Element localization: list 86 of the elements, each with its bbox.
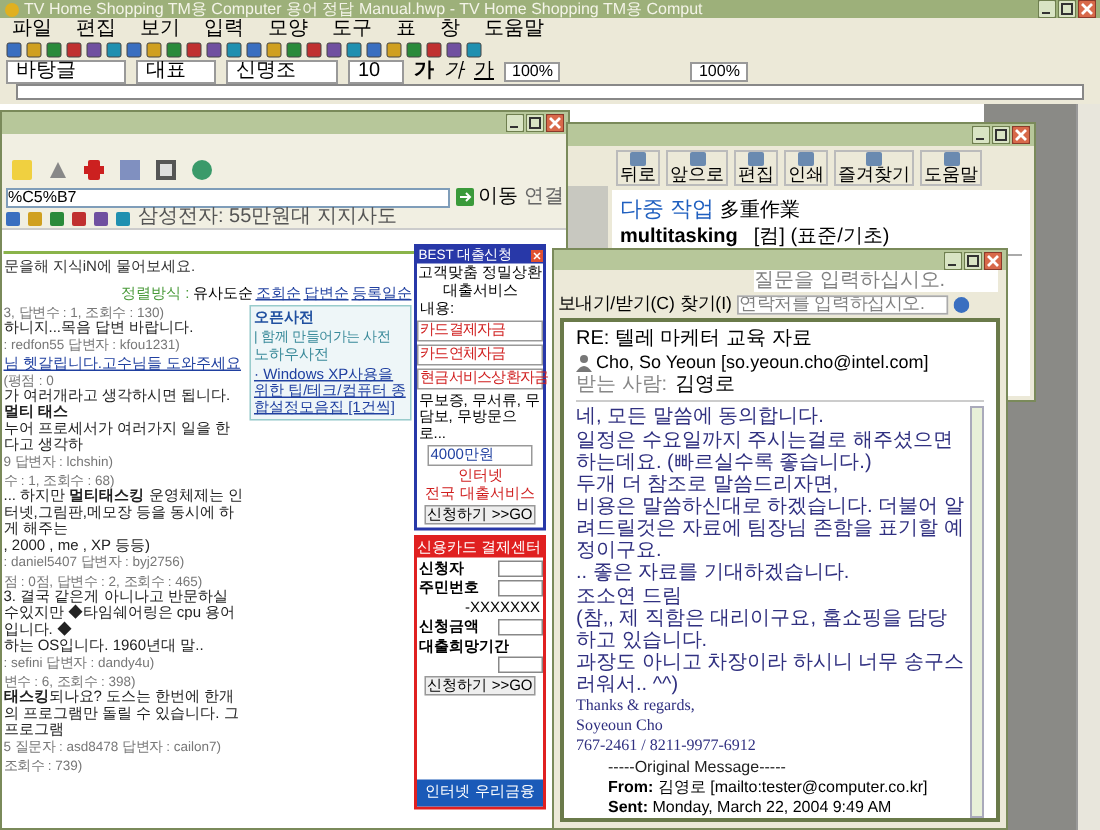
zoom-dropdown[interactable]: 100% <box>690 61 748 81</box>
format-button[interactable]: 가 <box>474 61 494 81</box>
toolbar-icon <box>943 152 959 166</box>
message-subject: RE: 텔레 마케터 교육 자료 <box>576 328 814 352</box>
recipient: 김영로 <box>675 374 736 396</box>
window-title: TV Home Shopping TM용 Computer 용어 정답 Manual.hwp - TV Home Shopping TM용 Comput <box>24 1 703 17</box>
toolbar-icon <box>689 152 705 166</box>
message-text: 과장도 아니고 차장이라 하시니 너무 송구스러워서.. ^^) <box>576 651 966 695</box>
menu-item[interactable]: 보기 <box>140 19 180 39</box>
message-text: 두개 더 참조로 말씀드리자면, <box>576 473 839 496</box>
headword: 다중 작업 <box>620 198 715 222</box>
font-size-dropdown[interactable]: 10 <box>348 59 404 83</box>
minimize-button[interactable] <box>1038 0 1056 18</box>
minimize-button[interactable] <box>972 126 990 144</box>
send-receive-button[interactable]: 보내기/받기(C) <box>557 296 675 314</box>
menu-item[interactable]: 창 <box>440 19 460 39</box>
menu-item[interactable]: 파일 <box>12 19 52 39</box>
hanja-text: 多重作業 <box>720 200 801 224</box>
arrow-icon[interactable] <box>456 188 474 206</box>
links-label[interactable]: 연결 <box>524 187 568 207</box>
toolbar-icon[interactable] <box>118 157 142 181</box>
close-button[interactable] <box>1078 0 1096 18</box>
message-text: .. 좋은 자료를 기대하겠습니다. <box>576 561 852 584</box>
toolbar-icon <box>798 152 814 166</box>
sender: Cho, So Yeoun [so.yeoun.cho@intel.com] <box>596 352 929 374</box>
toolbar-button[interactable]: 뒤로 <box>616 150 660 186</box>
toolbar-icon <box>866 152 882 166</box>
help-icon[interactable] <box>953 297 970 313</box>
scrollbar[interactable] <box>970 406 984 818</box>
maximize-button[interactable] <box>992 126 1010 144</box>
toolbar-icon <box>748 152 764 166</box>
menu-item[interactable]: 모양 <box>268 19 308 39</box>
original-message-header: -----Original Message----- <box>608 758 788 778</box>
english-term: multitasking <box>620 226 738 248</box>
signature-text: Soyeoun Cho <box>576 716 665 737</box>
input-field[interactable] <box>498 619 543 636</box>
go-button[interactable]: 이동 <box>456 187 518 207</box>
toolbar-button[interactable]: 편집 <box>734 150 778 186</box>
person-icon[interactable] <box>576 354 592 372</box>
maximize-button[interactable] <box>964 251 982 269</box>
style-dropdown[interactable]: 대표 <box>136 59 216 83</box>
minimize-button[interactable] <box>944 251 962 269</box>
font-dropdown[interactable]: 신명조 <box>226 59 338 83</box>
scrollbar[interactable] <box>1076 104 1100 830</box>
question-field[interactable]: 질문을 입력하십시오. <box>754 270 998 292</box>
message-text: 조소연 드림 <box>576 585 684 607</box>
toolbar-button[interactable]: 앞으로 <box>666 150 728 186</box>
find-button[interactable]: 찾기(I) <box>680 296 732 314</box>
recipient-label: 받는 사람: <box>576 374 668 396</box>
term-tags: [컴] (표준/기초) <box>753 226 890 248</box>
menu-item[interactable]: 도구 <box>332 19 372 39</box>
message-text: (참,, 제 직함은 대리이구요, 홈쇼핑을 담당하고 있습니다. <box>576 607 950 651</box>
toolbar-icon[interactable] <box>154 157 178 181</box>
toolbar-button[interactable]: 도움말 <box>920 150 982 186</box>
maximize-button[interactable] <box>1058 0 1076 18</box>
format-button[interactable]: 가 <box>414 61 434 81</box>
toolbar-icon[interactable] <box>82 157 106 181</box>
zoom-dropdown[interactable]: 100% <box>504 61 561 81</box>
menu-item[interactable]: 도움말 <box>484 19 544 39</box>
input-field[interactable] <box>498 580 543 597</box>
menu-item[interactable]: 표 <box>396 19 416 39</box>
message-text: 일정은 수요일까지 주시는걸로 해주셨으면 하는데요. (빠르실수록 좋습니다.) <box>576 429 955 474</box>
style-dropdown[interactable]: 바탕글 <box>6 59 126 83</box>
message-text: 비용은 말씀하신대로 하겠습니다. 더불어 알려드릴것은 자료에 팀장님 존함을 표기할 예정이구요. <box>576 495 966 562</box>
toolbar-icon <box>630 152 646 166</box>
menu-item[interactable]: 입력 <box>204 19 244 39</box>
message-text: 네, 모든 말씀에 동의합니다. <box>576 406 826 428</box>
input-field[interactable] <box>498 656 543 673</box>
toolbar-button[interactable]: 인쇄 <box>784 150 828 186</box>
input-field[interactable] <box>498 560 543 577</box>
menu-item[interactable]: 편집 <box>76 19 116 39</box>
close-button[interactable] <box>1012 126 1030 144</box>
format-button[interactable]: 가 <box>444 61 464 81</box>
toolbar-button[interactable]: 즐겨찾기 <box>834 150 914 186</box>
contact-field[interactable]: 연락처를 입력하십시오. <box>737 295 949 315</box>
original-message-field: Sent: Monday, March 22, 2004 9:49 AM <box>608 798 966 818</box>
maximize-button[interactable] <box>526 114 544 132</box>
toolbar-icon[interactable] <box>190 157 214 181</box>
toolbar-icon[interactable] <box>46 157 70 181</box>
address-field[interactable]: %C5%B7 <box>6 187 450 207</box>
signature-text: Thanks & regards, <box>576 696 697 717</box>
close-button[interactable] <box>984 251 1002 269</box>
original-message-field: From: 김영로 [mailto:tester@computer.co.kr] <box>608 778 966 798</box>
minimize-button[interactable] <box>506 114 524 132</box>
signature-text: 767-2461 / 8211-9977-6912 <box>576 736 758 757</box>
close-button[interactable] <box>546 114 564 132</box>
